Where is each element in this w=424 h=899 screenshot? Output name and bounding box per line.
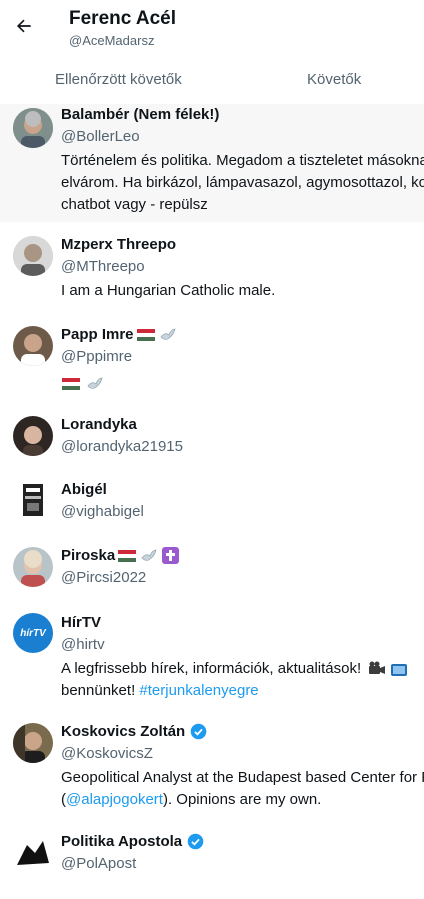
avatar-logo-text: hírTV — [20, 627, 46, 639]
user-handle: @Pppimre — [61, 348, 133, 365]
camera-icon — [369, 661, 386, 675]
user-bio-line: A legfrissebb hírek, információk, aktual… — [61, 658, 408, 680]
user-name[interactable]: Abigél — [61, 481, 107, 498]
user-name[interactable]: Papp Imre — [61, 326, 134, 343]
user-handle: @MThreepo — [61, 258, 145, 275]
user-handle: @vighabigel — [61, 503, 144, 520]
user-bio-line: I am a Hungarian Catholic male. — [61, 282, 276, 299]
user-name-row[interactable]: Papp Imre — [61, 326, 177, 343]
avatar[interactable] — [13, 108, 53, 148]
cross-icon — [162, 547, 180, 564]
hungarian-flag-icon — [118, 549, 137, 562]
bio-text: A legfrissebb hírek, információk, aktual… — [61, 660, 362, 677]
user-name-row[interactable]: Politika Apostola — [61, 833, 204, 850]
user-bio-line: Történelem és politika. Megadom a tiszte… — [61, 152, 424, 169]
avatar[interactable] — [13, 480, 53, 520]
user-name-row[interactable]: Piroska — [61, 547, 180, 564]
avatar[interactable] — [13, 416, 53, 456]
avatar[interactable] — [13, 326, 53, 366]
profile-header: Ferenc Acél @AceMadarsz — [0, 0, 424, 56]
list-item[interactable]: Abigél @vighabigel — [0, 466, 424, 533]
tab-bar: Ellenőrzött követők Követők — [0, 56, 424, 104]
back-arrow-icon — [16, 19, 31, 33]
bio-text: bennünket! — [61, 682, 140, 699]
dove-icon — [141, 549, 157, 561]
list-item[interactable]: Lorandyka @lorandyka21915 — [0, 400, 424, 466]
list-item[interactable]: Koskovics Zoltán @KoskovicsZ Geopolitica… — [0, 709, 424, 819]
list-item[interactable]: hírTV HírTV @hirtv A legfrissebb hírek, … — [0, 599, 424, 709]
tab-followers[interactable]: Követők — [307, 71, 361, 88]
mention-link[interactable]: @alapjogokert — [66, 791, 163, 808]
user-bio-line: elvárom. Ha birkázol, lámpavasazol, agym… — [61, 174, 424, 191]
user-name[interactable]: Lorandyka — [61, 416, 137, 433]
list-item[interactable]: Mzperx Threepo @MThreepo I am a Hungaria… — [0, 222, 424, 310]
follower-list: Balambér (Nem félek!) @BollerLeo Történe… — [0, 104, 424, 899]
tv-icon — [391, 664, 408, 677]
user-name[interactable]: Mzperx Threepo — [61, 236, 176, 253]
verified-badge-icon — [187, 833, 204, 850]
user-name[interactable]: Koskovics Zoltán — [61, 723, 185, 740]
list-item[interactable]: Piroska @Pircsi2022 — [0, 533, 424, 599]
user-handle: @Pircsi2022 — [61, 569, 147, 586]
user-handle: @lorandyka21915 — [61, 438, 183, 455]
list-item[interactable]: Balambér (Nem félek!) @BollerLeo Történe… — [0, 104, 424, 222]
user-name[interactable]: Balambér (Nem félek!) — [61, 106, 219, 123]
user-bio-line: bennünket! #terjunkalenyegre — [61, 680, 259, 702]
page-handle: @AceMadarsz — [69, 33, 155, 48]
avatar[interactable] — [13, 236, 53, 276]
user-handle: @PolApost — [61, 855, 137, 872]
hungarian-flag-icon — [62, 378, 80, 391]
dove-icon — [87, 377, 103, 389]
user-bio-line: (@alapjogokert). Opinions are my own. — [61, 789, 321, 811]
hungarian-flag-icon — [136, 328, 155, 341]
user-name[interactable]: HírTV — [61, 614, 101, 631]
avatar[interactable] — [13, 723, 53, 763]
page-title: Ferenc Acél — [69, 8, 177, 29]
avatar[interactable] — [13, 547, 53, 587]
list-item[interactable]: Papp Imre @Pppimre — [0, 310, 424, 400]
verified-badge-icon — [190, 723, 207, 740]
bio-text: ). Opinions are my own. — [162, 791, 322, 808]
user-name[interactable]: Politika Apostola — [61, 833, 182, 850]
back-button[interactable] — [10, 12, 38, 40]
avatar[interactable]: hírTV — [13, 613, 53, 653]
user-name[interactable]: Piroska — [61, 547, 115, 564]
user-handle: @hirtv — [61, 636, 105, 653]
hashtag-link[interactable]: #terjunkalenyegre — [139, 682, 258, 699]
user-bio-line — [61, 373, 104, 395]
user-handle: @KoskovicsZ — [61, 745, 153, 762]
user-bio-line: chatbot vagy - repülsz — [61, 196, 208, 213]
tab-verified-followers[interactable]: Ellenőrzött követők — [55, 71, 182, 88]
user-name-row[interactable]: Koskovics Zoltán — [61, 723, 207, 740]
user-bio-line: Geopolitical Analyst at the Budapest bas… — [61, 769, 424, 786]
avatar[interactable] — [13, 833, 53, 873]
list-item[interactable]: Politika Apostola @PolApost — [0, 819, 424, 899]
dove-icon — [160, 328, 176, 340]
user-handle: @BollerLeo — [61, 128, 140, 145]
